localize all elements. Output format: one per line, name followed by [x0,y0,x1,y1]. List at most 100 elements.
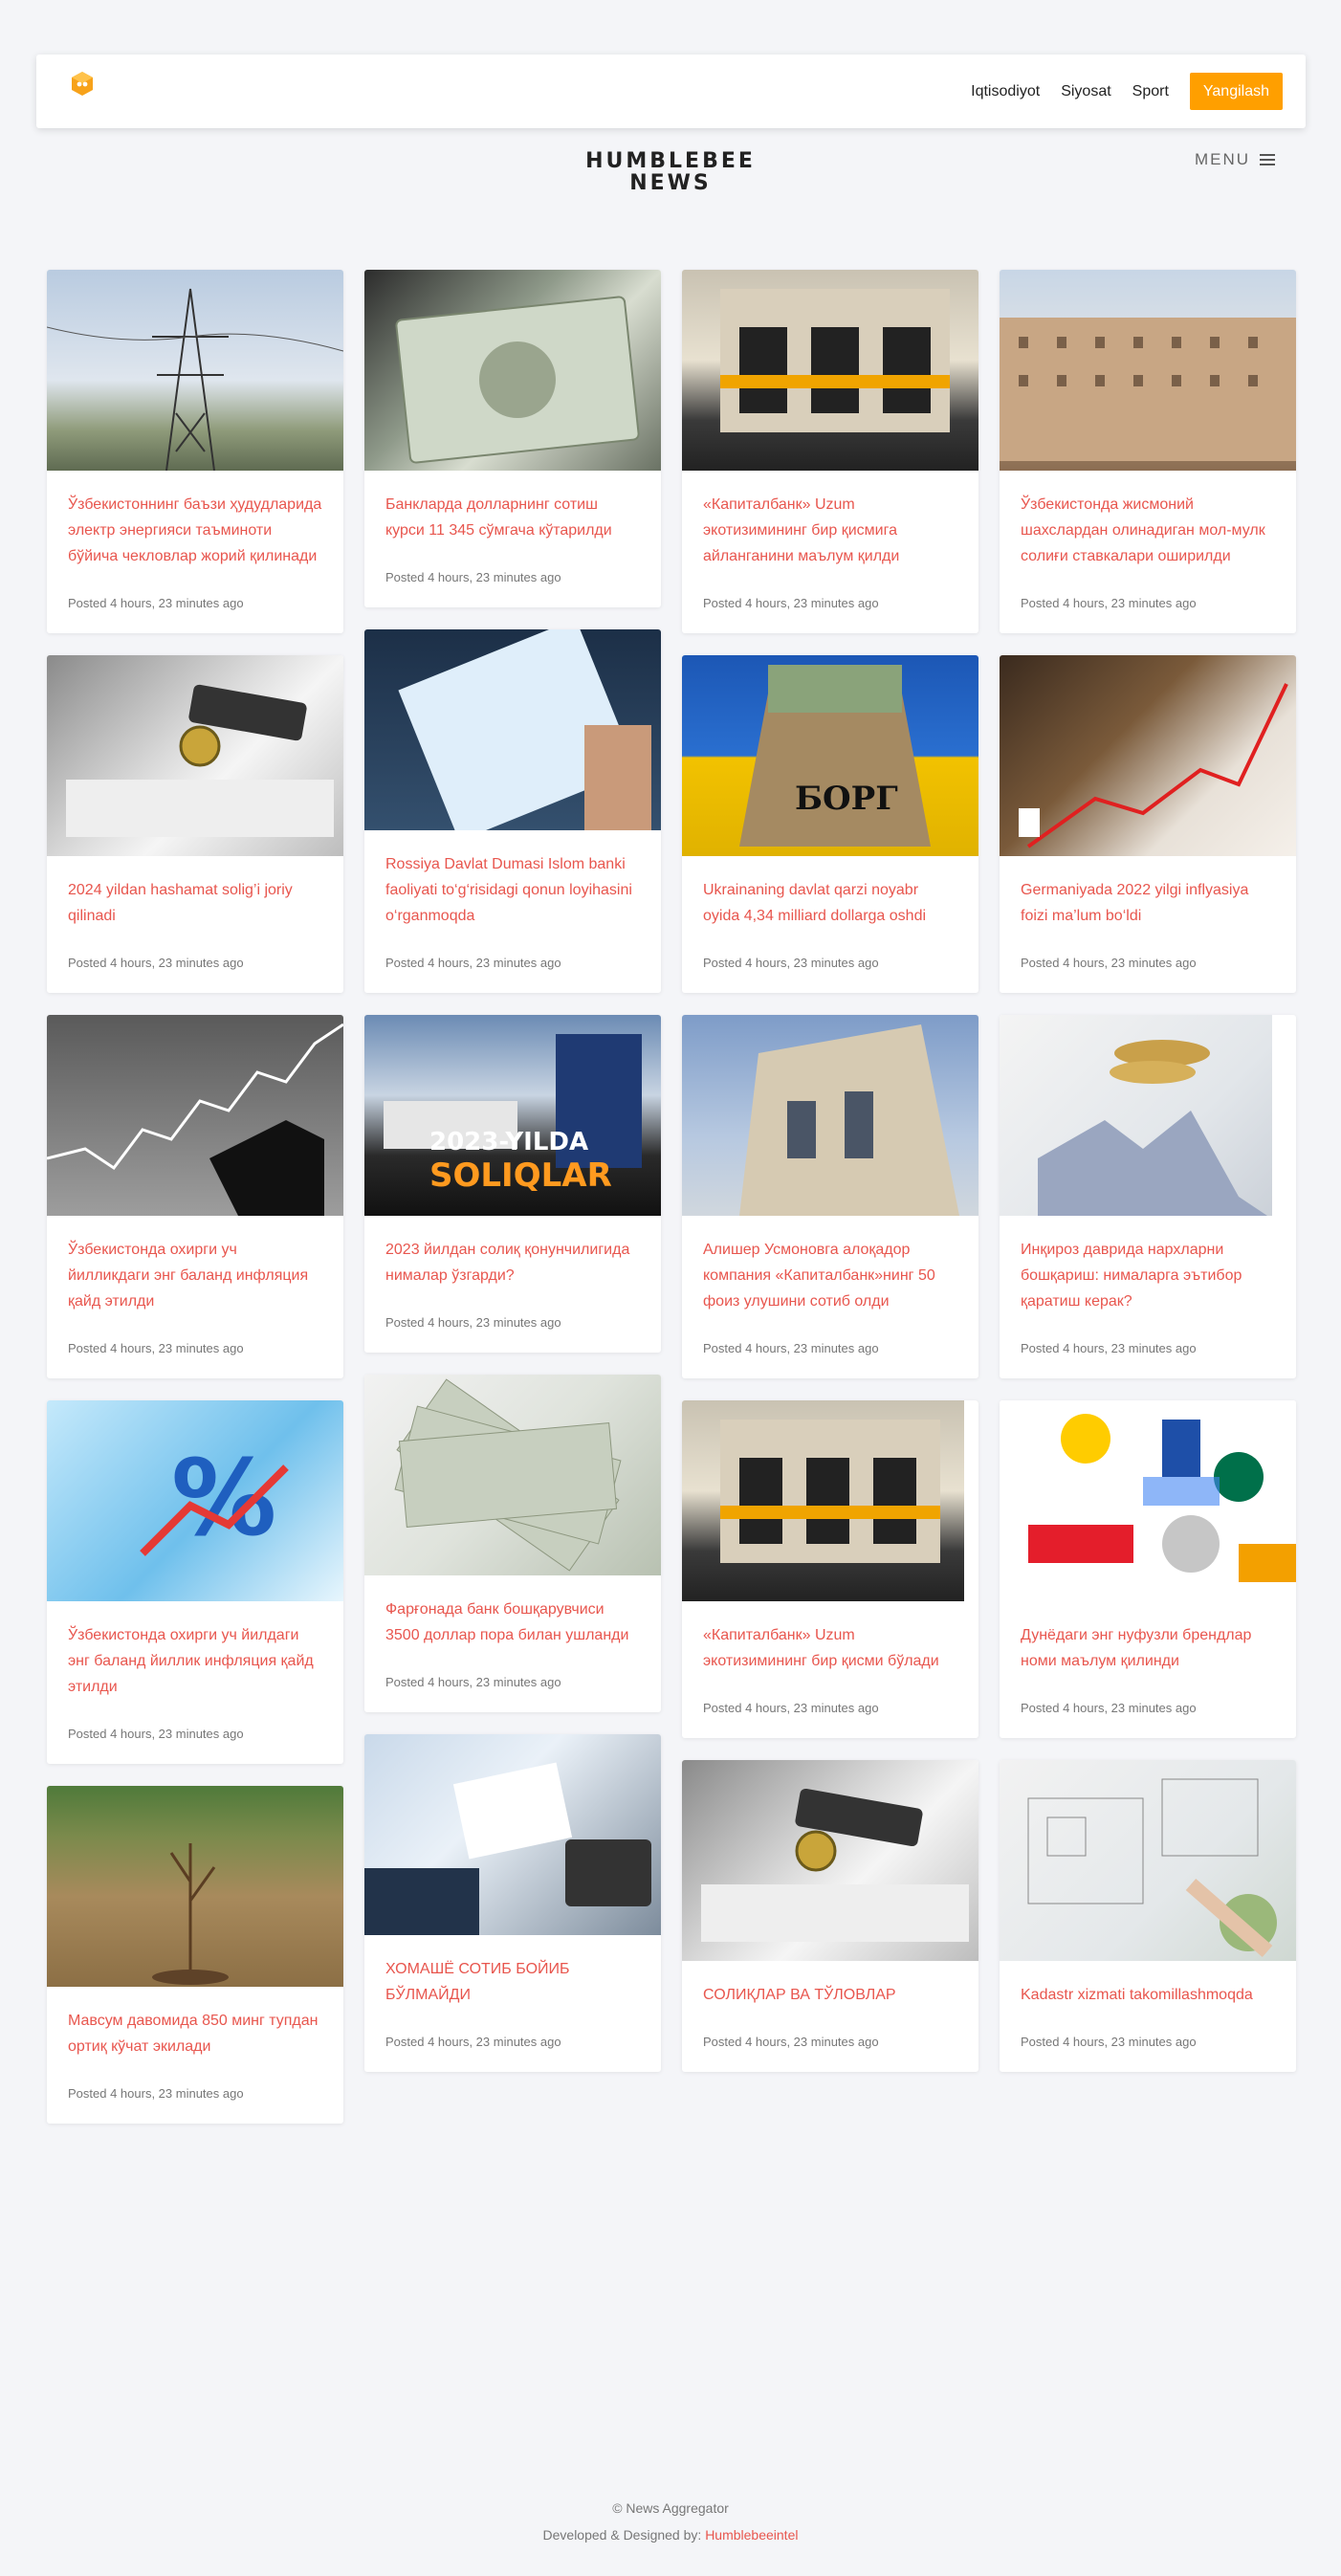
news-card[interactable]: ХОМАШЁ СОТИБ БОЙИБ БЎЛМАЙДИ Posted 4 hou… [364,1734,661,2072]
news-card[interactable]: Ўзбекистонда охирги уч йилликдаги энг ба… [47,1015,343,1378]
news-card[interactable]: БОРГ Ukrainaning davlat qarzi noyabr oyi… [682,655,978,993]
news-title[interactable]: Germaniyada 2022 yilgi inflyasiya foizi … [1021,877,1275,929]
news-image-calculator-magnifier-2 [682,1760,978,1961]
post-time: Posted 4 hours, 23 minutes ago [385,2035,561,2049]
news-image-percent-arrow: % [47,1400,343,1601]
site-title[interactable]: HUMBLEBEE NEWS [536,150,805,194]
news-title[interactable]: СОЛИҚЛАР ВА ТЎЛОВЛАР [703,1982,957,2008]
post-time: Posted 4 hours, 23 minutes ago [385,570,561,584]
news-column-3: «Капиталбанк» Uzum экотизимининг бир қис… [682,270,978,2094]
news-card[interactable]: % Ўзбекистонда охирги уч йилдаги энг бал… [47,1400,343,1764]
news-card[interactable]: Kadastr xizmati takomillashmoqda Posted … [1000,1760,1296,2072]
news-title[interactable]: 2023 йилдан солиқ қонунчилигида нималар … [385,1237,640,1288]
footer-credit-link[interactable]: Humblebeeintel [705,2527,798,2543]
news-image-kapitalbank-building [682,270,978,471]
news-card[interactable]: Банкларда долларнинг сотиш курси 11 345 … [364,270,661,607]
nav-link-siyosat[interactable]: Siyosat [1061,83,1110,100]
post-time: Posted 4 hours, 23 minutes ago [1021,596,1197,610]
post-time: Posted 4 hours, 23 minutes ago [68,1727,244,1741]
news-image-coins-falling-chart [1000,1015,1296,1216]
news-title[interactable]: Дунёдаги энг нуфузли брендлар номи маълу… [1021,1622,1275,1674]
news-title[interactable]: Rossiya Davlat Dumasi Islom banki faoliy… [385,851,640,929]
post-time: Posted 4 hours, 23 minutes ago [68,956,244,970]
menu-label: MENU [1195,150,1251,168]
thumb-text-taxes: SOLIQLAR [429,1156,612,1195]
post-time: Posted 4 hours, 23 minutes ago [1021,2035,1197,2049]
news-image-brand-logos [1000,1400,1296,1601]
post-time: Posted 4 hours, 23 minutes ago [385,1315,561,1330]
news-card[interactable]: Фарғонада банк бошқарувчиси 3500 доллар … [364,1375,661,1712]
post-time: Posted 4 hours, 23 minutes ago [68,596,244,610]
news-card[interactable]: 2023-YILDA SOLIQLAR 2023 йилдан солиқ қо… [364,1015,661,1353]
news-card[interactable]: Ўзбекистонда жисмоний шахслардан олинади… [1000,270,1296,633]
news-image-money-bag-debt: БОРГ [682,655,978,856]
news-title[interactable]: Мавсум давомида 850 минг тупдан ортиқ кў… [68,2008,322,2059]
post-time: Posted 4 hours, 23 minutes ago [1021,956,1197,970]
humblebee-logo[interactable] [63,71,101,113]
news-image-calculator-magnifier [47,655,343,856]
site-title-line2: NEWS [629,171,712,195]
news-image-document [364,629,661,830]
news-card[interactable]: Rossiya Davlat Dumasi Islom banki faoliy… [364,629,661,993]
post-time: Posted 4 hours, 23 minutes ago [68,2086,244,2101]
news-image-coins-rising-graph [1000,655,1296,856]
news-title[interactable]: Инқироз даврида нархларни бошқариш: нима… [1021,1237,1275,1314]
news-image-power-tower [47,270,343,471]
news-image-apartment-buildings [1000,270,1296,471]
news-title[interactable]: 2024 yildan hashamat solig’i joriy qilin… [68,877,322,929]
footer-credit: Developed & Designed by: Humblebeeintel [0,2527,1341,2543]
news-title[interactable]: «Капиталбанк» Uzum экотизимининг бир қис… [703,1622,957,1674]
news-title[interactable]: Ўзбекистоннинг баъзи ҳудудларида электр … [68,492,322,569]
post-time: Posted 4 hours, 23 minutes ago [1021,1341,1197,1355]
news-title[interactable]: Алишер Усмоновга алоқадор компания «Капи… [703,1237,957,1314]
news-card[interactable]: СОЛИҚЛАР ВА ТЎЛОВЛАР Posted 4 hours, 23 … [682,1760,978,2072]
news-card[interactable]: Инқироз даврида нархларни бошқариш: нима… [1000,1015,1296,1378]
post-time: Posted 4 hours, 23 minutes ago [703,1701,879,1715]
news-column-2: Банкларда долларнинг сотиш курси 11 345 … [364,270,661,2094]
news-card[interactable]: Алишер Усмоновга алоқадор компания «Капи… [682,1015,978,1378]
news-image-dollar-bills [364,270,661,471]
footer-credit-prefix: Developed & Designed by: [542,2527,706,2543]
news-image-architect-drawing [1000,1760,1296,1961]
news-title[interactable]: Ўзбекистонда жисмоний шахслардан олинади… [1021,492,1275,569]
footer: © News Aggregator Developed & Designed b… [0,2500,1341,2543]
news-image-dollar-fan [364,1375,661,1575]
news-card[interactable]: 2024 yildan hashamat solig’i joriy qilin… [47,655,343,993]
nav-link-sport[interactable]: Sport [1132,83,1169,100]
news-card[interactable]: Мавсум давомида 850 минг тупдан ортиқ кў… [47,1786,343,2124]
news-card[interactable]: «Капиталбанк» Uzum экотизимининг бир қис… [682,1400,978,1738]
news-card[interactable]: Ўзбекистоннинг баъзи ҳудудларида электр … [47,270,343,633]
top-navbar: Iqtisodiyot Siyosat Sport Yangilash [36,55,1306,128]
post-time: Posted 4 hours, 23 minutes ago [703,1341,879,1355]
svg-text:%: % [171,1437,276,1559]
news-title[interactable]: Ўзбекистонда охирги уч йилликдаги энг ба… [68,1237,322,1314]
menu-toggle[interactable]: MENU [1195,149,1276,170]
news-image-business-meeting [364,1734,661,1935]
post-time: Posted 4 hours, 23 minutes ago [703,2035,879,2049]
news-title[interactable]: Kadastr xizmati takomillashmoqda [1021,1982,1275,2008]
news-image-planting-saplings [47,1786,343,1987]
refresh-button[interactable]: Yangilash [1189,73,1283,110]
news-column-1: Ўзбекистоннинг баъзи ҳудудларида электр … [47,270,343,2146]
news-title[interactable]: Фарғонада банк бошқарувчиси 3500 доллар … [385,1596,640,1648]
news-title[interactable]: Банкларда долларнинг сотиш курси 11 345 … [385,492,640,543]
news-title[interactable]: ХОМАШЁ СОТИБ БОЙИБ БЎЛМАЙДИ [385,1956,640,2008]
post-time: Posted 4 hours, 23 minutes ago [385,1675,561,1689]
post-time: Posted 4 hours, 23 minutes ago [703,596,879,610]
news-card[interactable]: «Капиталбанк» Uzum экотизимининг бир қис… [682,270,978,633]
thumb-text-year: 2023-YILDA [429,1128,589,1156]
news-column-4: Ўзбекистонда жисмоний шахслардан олинади… [1000,270,1296,2094]
post-time: Posted 4 hours, 23 minutes ago [68,1341,244,1355]
news-title[interactable]: Ўзбекистонда охирги уч йилдаги энг балан… [68,1622,322,1700]
news-image-kapitalbank-building-2 [682,1400,978,1601]
news-image-stock-chart-pen [47,1015,343,1216]
news-card[interactable]: Germaniyada 2022 yilgi inflyasiya foizi … [1000,655,1296,993]
bee-hex-icon [72,71,93,96]
news-card[interactable]: Дунёдаги энг нуфузли брендлар номи маълу… [1000,1400,1296,1738]
nav-links: Iqtisodiyot Siyosat Sport Yangilash [950,73,1283,110]
hamburger-icon [1260,154,1276,165]
nav-link-iqtisodiyot[interactable]: Iqtisodiyot [971,83,1040,100]
news-title[interactable]: Ukrainaning davlat qarzi noyabr oyida 4,… [703,877,957,929]
news-title[interactable]: «Капиталбанк» Uzum экотизимининг бир қис… [703,492,957,569]
site-title-line1: HUMBLEBEE [585,149,756,173]
